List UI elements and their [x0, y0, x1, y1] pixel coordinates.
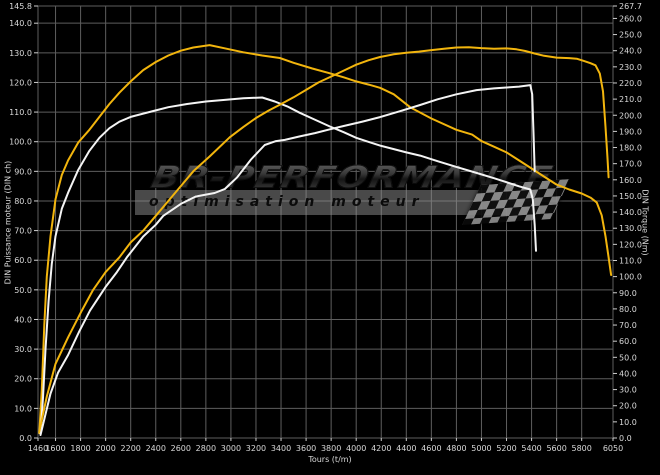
curve-layer	[0, 0, 660, 475]
curve-original-torque	[41, 98, 537, 434]
x-axis-title: Tours (t/m)	[230, 455, 430, 464]
curve-tuned-power	[39, 47, 608, 432]
curve-original-power	[41, 85, 535, 435]
dyno-chart: 145.8140.0130.0120.0110.0100.090.080.070…	[0, 0, 660, 475]
y-axis-right-title: DIN Torque (Nm)	[641, 143, 650, 303]
y-axis-left-title: DIN Puissance moteur (DIN ch)	[4, 143, 13, 303]
curve-tuned-torque	[39, 45, 611, 433]
